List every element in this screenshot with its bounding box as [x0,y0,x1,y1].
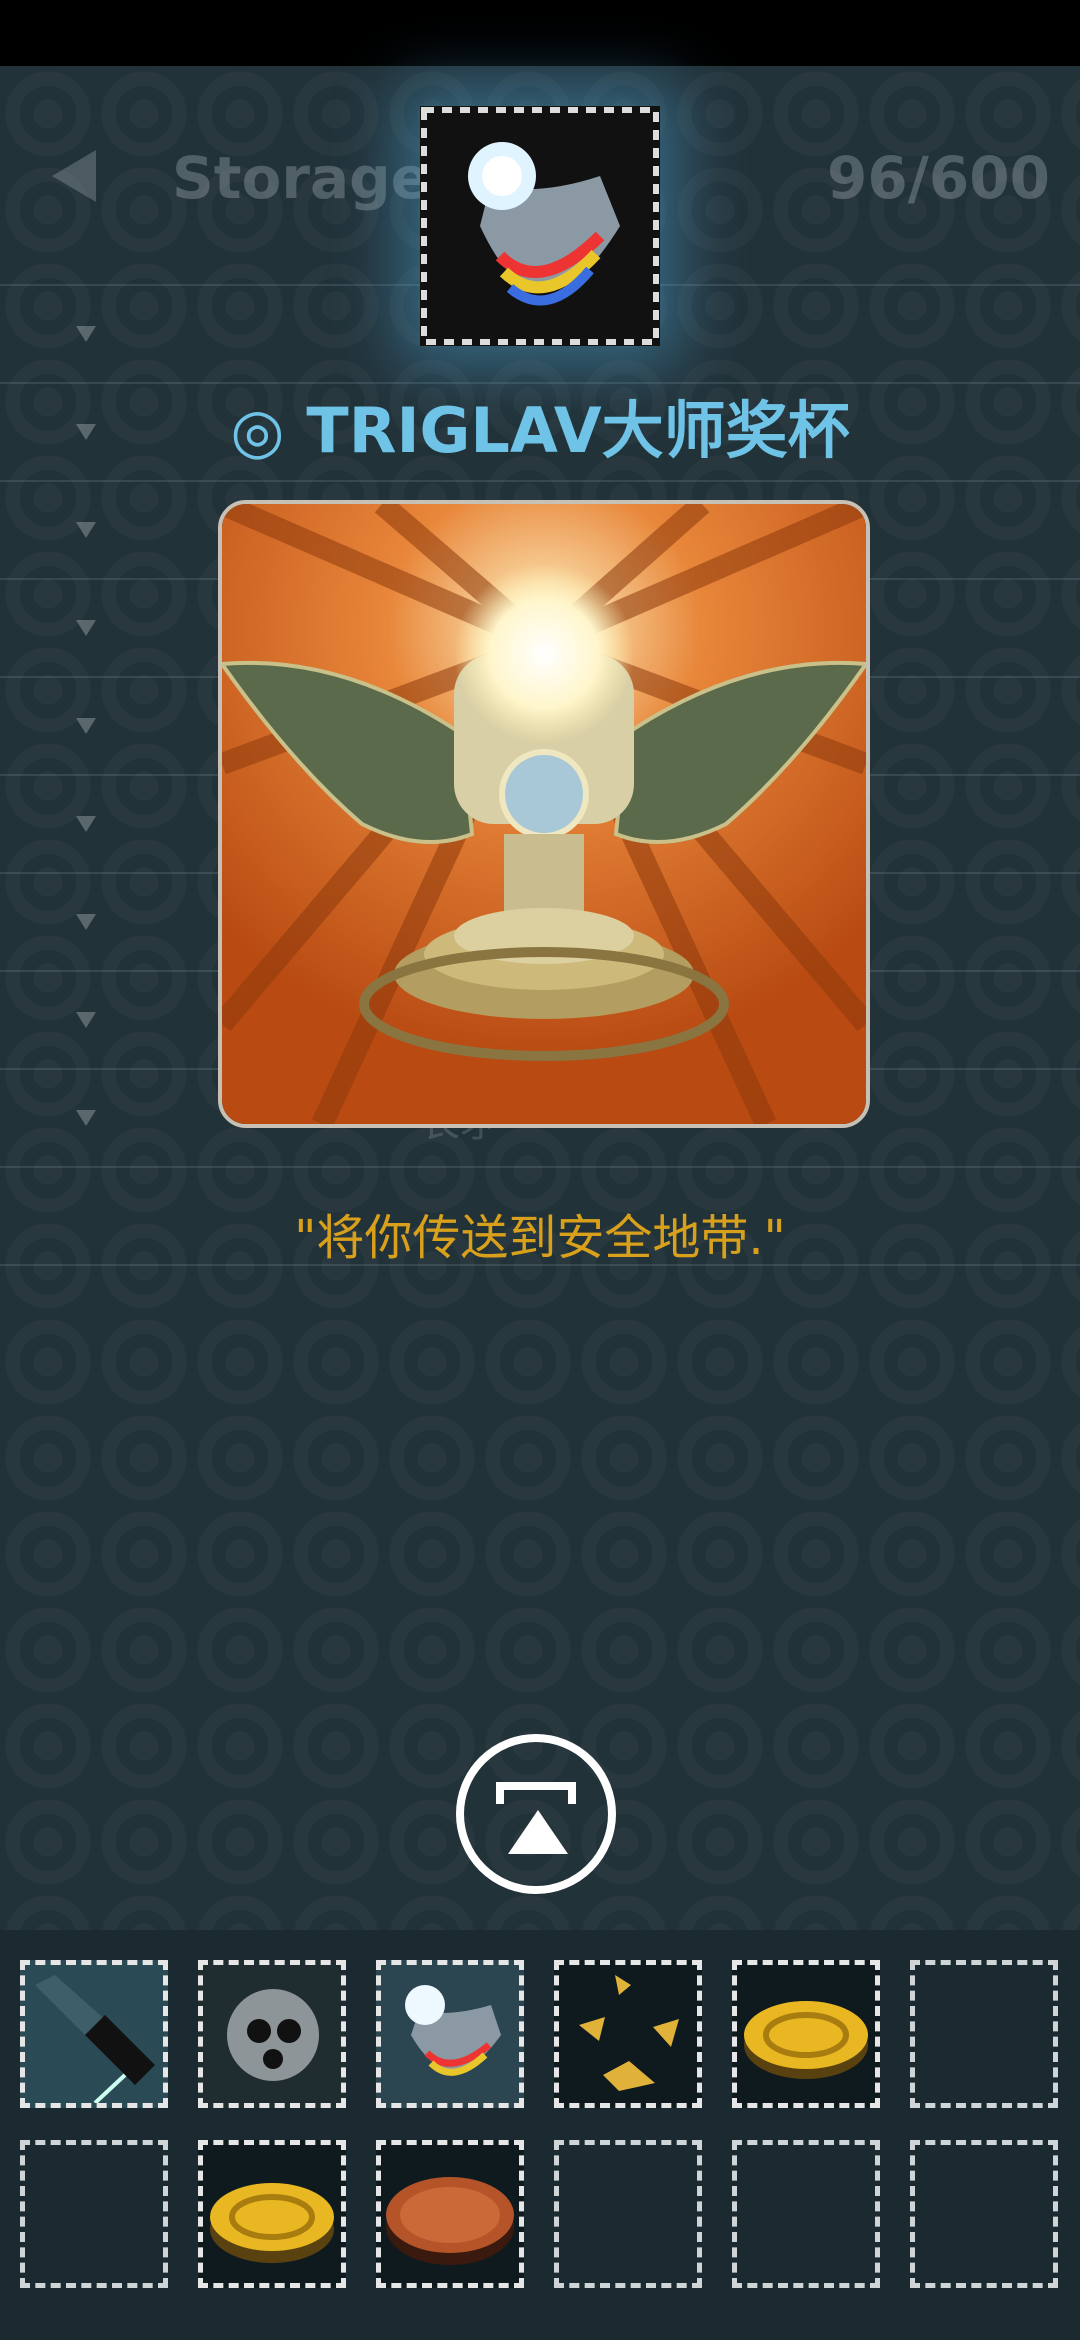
expand-icon [76,620,96,636]
expand-icon [76,914,96,930]
gold-disc-icon [210,2183,334,2263]
inventory-slot-5[interactable] [732,1960,880,2108]
gold-disc-icon [744,2001,868,2079]
gear-skull-icon [227,1989,319,2081]
close-dialog-button[interactable] [456,1734,616,1894]
trophy-artwork [218,500,870,1128]
eject-icon [496,1782,576,1804]
status-bar [0,0,1080,66]
inventory-slot-6[interactable] [910,1960,1058,2108]
item-name: TRIGLAV大师奖杯 [306,394,850,467]
blade-icon [35,1975,155,2103]
inventory-slot-1[interactable] [20,1960,168,2108]
expand-icon [76,718,96,734]
storage-title: Storage [172,144,430,212]
expand-icon [76,1110,96,1126]
inventory-slot-4[interactable] [554,1960,702,2108]
item-description: "将你传送到安全地带." [294,1210,786,1266]
inventory-bar [0,1930,1080,2340]
storage-count: 96/600 [827,144,1050,212]
back-icon[interactable] [52,150,96,202]
trophy-cup-icon [405,1985,501,2076]
inventory-slot-7[interactable] [20,2140,168,2288]
inventory-slot-3[interactable] [376,1960,524,2108]
expand-icon [76,522,96,538]
inventory-slot-12[interactable] [910,2140,1058,2288]
inventory-slot-2[interactable] [198,1960,346,2108]
gold-shards-icon [579,1975,679,2091]
trophy-cup-icon [420,106,660,346]
expand-icon [76,326,96,342]
expand-icon [76,816,96,832]
inventory-slot-9[interactable] [376,2140,524,2288]
expand-icon [76,1012,96,1028]
item-title: ◎ TRIGLAV大师奖杯 [0,380,1080,470]
inventory-slot-10[interactable] [554,2140,702,2288]
inventory-slot-11[interactable] [732,2140,880,2288]
inventory-slot-8[interactable] [198,2140,346,2288]
arrow-up-icon [508,1810,568,1854]
ring-icon: ◎ [230,394,285,467]
copper-disc-icon [386,2177,514,2265]
